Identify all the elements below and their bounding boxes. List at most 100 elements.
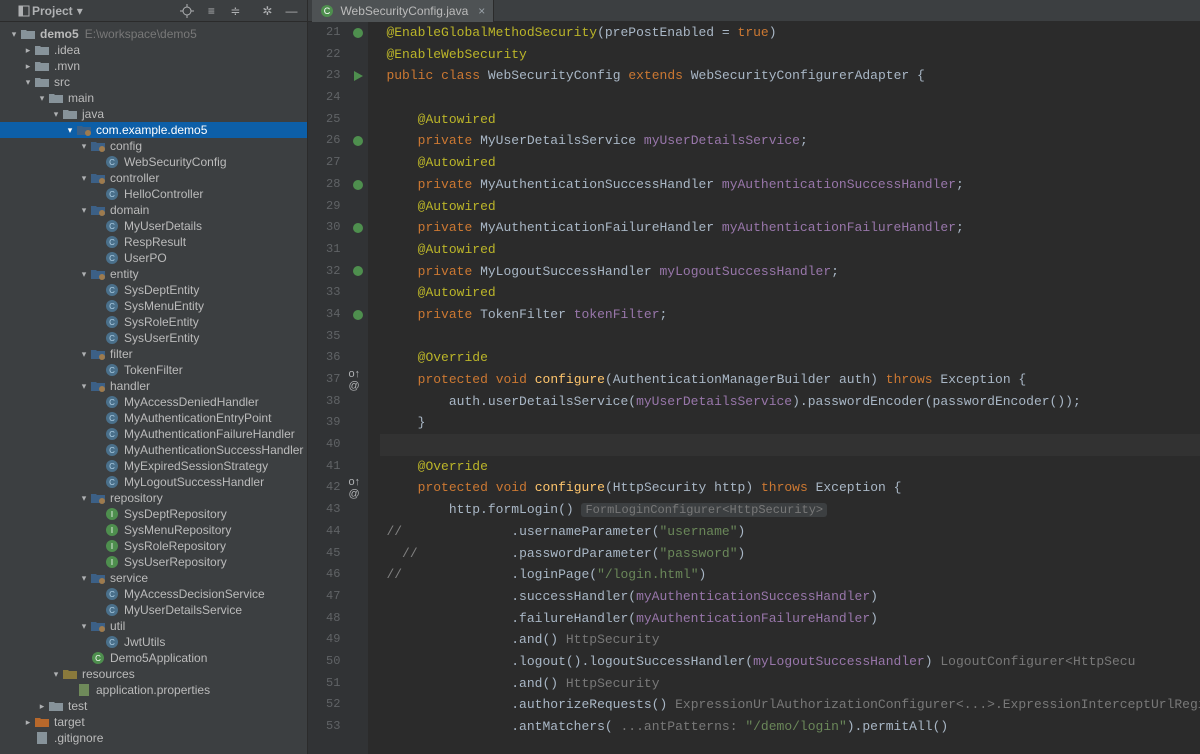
code-line-32[interactable]: private MyLogoutSuccessHandler myLogoutS… (380, 261, 1200, 283)
code-line-42[interactable]: protected void configure(HttpSecurity ht… (380, 477, 1200, 499)
tree-item-service[interactable]: ▾service (0, 570, 307, 586)
gutter-icon-line-30[interactable] (348, 217, 368, 239)
editor-tab[interactable]: C WebSecurityConfig.java × (312, 0, 494, 22)
tree-item-sysdeptentity[interactable]: CSysDeptEntity (0, 282, 307, 298)
tree-item-myaccessdecisionservice[interactable]: CMyAccessDecisionService (0, 586, 307, 602)
project-tree[interactable]: ▾demo5E:\workspace\demo5▸.idea▸.mvn▾src▾… (0, 22, 307, 754)
gutter-icon-line-32[interactable] (348, 261, 368, 283)
code-line-22[interactable]: @EnableWebSecurity (380, 44, 1200, 66)
project-tool-icon[interactable] (16, 3, 32, 19)
code-line-52[interactable]: .authorizeRequests() ExpressionUrlAuthor… (380, 694, 1200, 716)
code-line-44[interactable]: // .usernameParameter("username") (380, 521, 1200, 543)
tree-item-tokenfilter[interactable]: CTokenFilter (0, 362, 307, 378)
gutter-icon-line-42[interactable]: o↑ @ (348, 477, 368, 499)
code-line-38[interactable]: auth.userDetailsService(myUserDetailsSer… (380, 391, 1200, 413)
tree-item-sysuserrepository[interactable]: ISysUserRepository (0, 554, 307, 570)
tree-item-util[interactable]: ▾util (0, 618, 307, 634)
tree-item-myauthenticationentrypoint[interactable]: CMyAuthenticationEntryPoint (0, 410, 307, 426)
tree-item-myauthenticationfailurehandler[interactable]: CMyAuthenticationFailureHandler (0, 426, 307, 442)
tree-item-demo5application[interactable]: CDemo5Application (0, 650, 307, 666)
tree-item-entity[interactable]: ▾entity (0, 266, 307, 282)
code-area[interactable]: @EnableGlobalMethodSecurity(prePostEnabl… (368, 22, 1200, 754)
tree-item-sysmenuentity[interactable]: CSysMenuEntity (0, 298, 307, 314)
tree-item-myuserdetailsservice[interactable]: CMyUserDetailsService (0, 602, 307, 618)
tree-item-jwtutils[interactable]: CJwtUtils (0, 634, 307, 650)
code-line-26[interactable]: private MyUserDetailsService myUserDetai… (380, 130, 1200, 152)
code-line-35[interactable] (380, 326, 1200, 348)
tree-item-target[interactable]: ▸target (0, 714, 307, 730)
tree-item--mvn[interactable]: ▸.mvn (0, 58, 307, 74)
project-dropdown-icon[interactable]: ▾ (77, 4, 83, 18)
collapse-all-icon[interactable]: ≑ (227, 3, 243, 19)
settings-icon[interactable]: ✲ (259, 3, 275, 19)
tree-item-controller[interactable]: ▾controller (0, 170, 307, 186)
tree-item-src[interactable]: ▾src (0, 74, 307, 90)
tree-item-sysrolerepository[interactable]: ISysRoleRepository (0, 538, 307, 554)
tree-item-repository[interactable]: ▾repository (0, 490, 307, 506)
code-line-23[interactable]: public class WebSecurityConfig extends W… (380, 65, 1200, 87)
code-line-27[interactable]: @Autowired (380, 152, 1200, 174)
tree-item-myuserdetails[interactable]: CMyUserDetails (0, 218, 307, 234)
tree-item-demo5[interactable]: ▾demo5E:\workspace\demo5 (0, 26, 307, 42)
code-line-34[interactable]: private TokenFilter tokenFilter; (380, 304, 1200, 326)
hide-icon[interactable]: — (283, 3, 299, 19)
tree-item-application-properties[interactable]: application.properties (0, 682, 307, 698)
gutter-icon-line-37[interactable]: o↑ @ (348, 369, 368, 391)
tree-item-hellocontroller[interactable]: CHelloController (0, 186, 307, 202)
tree-item-sysmenurepository[interactable]: ISysMenuRepository (0, 522, 307, 538)
code-line-51[interactable]: .and() HttpSecurity (380, 673, 1200, 695)
code-line-53[interactable]: .antMatchers( ...antPatterns: "/demo/log… (380, 716, 1200, 738)
code-line-21[interactable]: @EnableGlobalMethodSecurity(prePostEnabl… (380, 22, 1200, 44)
code-line-40[interactable] (380, 434, 1200, 456)
tree-item-myauthenticationsuccesshandler[interactable]: CMyAuthenticationSuccessHandler (0, 442, 307, 458)
tree-item-handler[interactable]: ▾handler (0, 378, 307, 394)
tree-item-test[interactable]: ▸test (0, 698, 307, 714)
code-line-41[interactable]: @Override (380, 456, 1200, 478)
code-line-37[interactable]: protected void configure(AuthenticationM… (380, 369, 1200, 391)
project-label[interactable]: Project (32, 4, 73, 18)
code-line-50[interactable]: .logout().logoutSuccessHandler(myLogoutS… (380, 651, 1200, 673)
gutter-icon-line-21[interactable] (348, 22, 368, 44)
code-line-24[interactable] (380, 87, 1200, 109)
tree-item-resources[interactable]: ▾resources (0, 666, 307, 682)
tree-item-com-example-demo5[interactable]: ▾com.example.demo5 (0, 122, 307, 138)
tree-item-mylogoutsuccesshandler[interactable]: CMyLogoutSuccessHandler (0, 474, 307, 490)
code-line-31[interactable]: @Autowired (380, 239, 1200, 261)
gutter-icon-line-28[interactable] (348, 174, 368, 196)
code-line-47[interactable]: .successHandler(myAuthenticationSuccessH… (380, 586, 1200, 608)
code-line-43[interactable]: http.formLogin() FormLoginConfigurer<Htt… (380, 499, 1200, 521)
tree-item-sysroleentity[interactable]: CSysRoleEntity (0, 314, 307, 330)
code-line-30[interactable]: private MyAuthenticationFailureHandler m… (380, 217, 1200, 239)
gutter-icon-line-26[interactable] (348, 130, 368, 152)
tree-item-config[interactable]: ▾config (0, 138, 307, 154)
code-line-39[interactable]: } (380, 412, 1200, 434)
tree-item-websecurityconfig[interactable]: CWebSecurityConfig (0, 154, 307, 170)
tree-item-java[interactable]: ▾java (0, 106, 307, 122)
tree-item-myaccessdeniedhandler[interactable]: CMyAccessDeniedHandler (0, 394, 307, 410)
tree-item-userpo[interactable]: CUserPO (0, 250, 307, 266)
tree-item--idea[interactable]: ▸.idea (0, 42, 307, 58)
code-line-36[interactable]: @Override (380, 347, 1200, 369)
tree-item-sysuserentity[interactable]: CSysUserEntity (0, 330, 307, 346)
editor-viewport[interactable]: 2122232425262728293031323334353637383940… (308, 22, 1200, 754)
code-line-45[interactable]: // .passwordParameter("password") (380, 543, 1200, 565)
code-line-25[interactable]: @Autowired (380, 109, 1200, 131)
tab-close-icon[interactable]: × (478, 4, 485, 18)
code-line-49[interactable]: .and() HttpSecurity (380, 629, 1200, 651)
code-line-33[interactable]: @Autowired (380, 282, 1200, 304)
gutter-icon-line-34[interactable] (348, 304, 368, 326)
expand-all-icon[interactable]: ≡ (203, 3, 219, 19)
gutter-icons[interactable]: o↑ @ o↑ @ (348, 22, 368, 754)
gutter-icon-line-23[interactable] (348, 65, 368, 87)
code-line-46[interactable]: // .loginPage("/login.html") (380, 564, 1200, 586)
code-line-28[interactable]: private MyAuthenticationSuccessHandler m… (380, 174, 1200, 196)
locate-icon[interactable] (179, 3, 195, 19)
code-line-29[interactable]: @Autowired (380, 196, 1200, 218)
tree-item-domain[interactable]: ▾domain (0, 202, 307, 218)
code-line-48[interactable]: .failureHandler(myAuthenticationFailureH… (380, 608, 1200, 630)
tree-item-respresult[interactable]: CRespResult (0, 234, 307, 250)
tree-item-sysdeptrepository[interactable]: ISysDeptRepository (0, 506, 307, 522)
tree-item--gitignore[interactable]: .gitignore (0, 730, 307, 746)
tree-item-main[interactable]: ▾main (0, 90, 307, 106)
tree-item-filter[interactable]: ▾filter (0, 346, 307, 362)
